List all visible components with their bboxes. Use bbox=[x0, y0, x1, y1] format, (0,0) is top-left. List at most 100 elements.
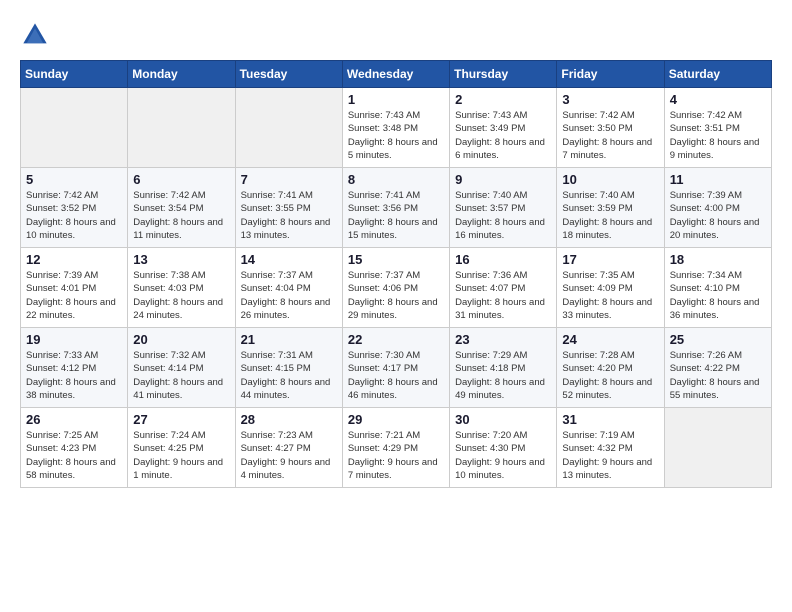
day-number: 26 bbox=[26, 412, 122, 427]
day-info: Sunrise: 7:40 AMSunset: 3:57 PMDaylight:… bbox=[455, 189, 551, 242]
calendar-cell: 30 Sunrise: 7:20 AMSunset: 4:30 PMDayligh… bbox=[450, 408, 557, 488]
day-info: Sunrise: 7:28 AMSunset: 4:20 PMDaylight:… bbox=[562, 349, 658, 402]
day-info: Sunrise: 7:43 AMSunset: 3:49 PMDaylight:… bbox=[455, 109, 551, 162]
logo bbox=[20, 20, 54, 50]
day-number: 6 bbox=[133, 172, 229, 187]
day-info: Sunrise: 7:43 AMSunset: 3:48 PMDaylight:… bbox=[348, 109, 444, 162]
logo-icon bbox=[20, 20, 50, 50]
day-info: Sunrise: 7:24 AMSunset: 4:25 PMDaylight:… bbox=[133, 429, 229, 482]
calendar-cell bbox=[128, 88, 235, 168]
day-number: 24 bbox=[562, 332, 658, 347]
calendar-cell: 18Sunrise: 7:34 AMSunset: 4:10 PMDayligh… bbox=[664, 248, 771, 328]
calendar-cell: 14 Sunrise: 7:37 AMSunset: 4:04 PMDayligh… bbox=[235, 248, 342, 328]
day-number: 21 bbox=[241, 332, 337, 347]
day-number: 28 bbox=[241, 412, 337, 427]
day-info: Sunrise: 7:39 AMSunset: 4:01 PMDaylight:… bbox=[26, 269, 122, 322]
calendar-cell: 2 Sunrise: 7:43 AMSunset: 3:49 PMDaylight… bbox=[450, 88, 557, 168]
calendar-cell: 10 Sunrise: 7:40 AMSunset: 3:59 PMDayligh… bbox=[557, 168, 664, 248]
day-info: Sunrise: 7:21 AMSunset: 4:29 PMDaylight:… bbox=[348, 429, 444, 482]
day-number: 11 bbox=[670, 172, 766, 187]
calendar-week-4: 19 Sunrise: 7:33 AMSunset: 4:12 PMDayligh… bbox=[21, 328, 772, 408]
calendar-cell: 16 Sunrise: 7:36 AMSunset: 4:07 PMDayligh… bbox=[450, 248, 557, 328]
day-info: Sunrise: 7:31 AMSunset: 4:15 PMDaylight:… bbox=[241, 349, 337, 402]
calendar-cell: 15Sunrise: 7:37 AMSunset: 4:06 PMDayligh… bbox=[342, 248, 449, 328]
weekday-header-friday: Friday bbox=[557, 61, 664, 88]
day-number: 18 bbox=[670, 252, 766, 267]
calendar-cell: 24 Sunrise: 7:28 AMSunset: 4:20 PMDayligh… bbox=[557, 328, 664, 408]
day-number: 16 bbox=[455, 252, 551, 267]
calendar-cell: 28 Sunrise: 7:23 AMSunset: 4:27 PMDayligh… bbox=[235, 408, 342, 488]
weekday-header-thursday: Thursday bbox=[450, 61, 557, 88]
day-number: 29 bbox=[348, 412, 444, 427]
day-number: 14 bbox=[241, 252, 337, 267]
calendar-cell: 8 Sunrise: 7:41 AMSunset: 3:56 PMDaylight… bbox=[342, 168, 449, 248]
day-number: 4 bbox=[670, 92, 766, 107]
calendar-cell: 23 Sunrise: 7:29 AMSunset: 4:18 PMDayligh… bbox=[450, 328, 557, 408]
calendar-cell: 12Sunrise: 7:39 AMSunset: 4:01 PMDayligh… bbox=[21, 248, 128, 328]
calendar-cell bbox=[235, 88, 342, 168]
calendar-cell: 25Sunrise: 7:26 AMSunset: 4:22 PMDayligh… bbox=[664, 328, 771, 408]
calendar-cell: 9 Sunrise: 7:40 AMSunset: 3:57 PMDaylight… bbox=[450, 168, 557, 248]
calendar-cell: 3 Sunrise: 7:42 AMSunset: 3:50 PMDaylight… bbox=[557, 88, 664, 168]
day-info: Sunrise: 7:35 AMSunset: 4:09 PMDaylight:… bbox=[562, 269, 658, 322]
day-number: 22 bbox=[348, 332, 444, 347]
day-info: Sunrise: 7:33 AMSunset: 4:12 PMDaylight:… bbox=[26, 349, 122, 402]
day-number: 31 bbox=[562, 412, 658, 427]
calendar-table: SundayMondayTuesdayWednesdayThursdayFrid… bbox=[20, 60, 772, 488]
calendar-week-1: 1 Sunrise: 7:43 AMSunset: 3:48 PMDaylight… bbox=[21, 88, 772, 168]
calendar-cell: 5 Sunrise: 7:42 AMSunset: 3:52 PMDaylight… bbox=[21, 168, 128, 248]
calendar-cell: 1 Sunrise: 7:43 AMSunset: 3:48 PMDaylight… bbox=[342, 88, 449, 168]
calendar-cell: 22 Sunrise: 7:30 AMSunset: 4:17 PMDayligh… bbox=[342, 328, 449, 408]
weekday-header-tuesday: Tuesday bbox=[235, 61, 342, 88]
calendar-cell: 20 Sunrise: 7:32 AMSunset: 4:14 PMDayligh… bbox=[128, 328, 235, 408]
calendar-cell: 27 Sunrise: 7:24 AMSunset: 4:25 PMDayligh… bbox=[128, 408, 235, 488]
calendar-week-3: 12Sunrise: 7:39 AMSunset: 4:01 PMDayligh… bbox=[21, 248, 772, 328]
day-number: 1 bbox=[348, 92, 444, 107]
day-number: 2 bbox=[455, 92, 551, 107]
day-info: Sunrise: 7:41 AMSunset: 3:56 PMDaylight:… bbox=[348, 189, 444, 242]
day-info: Sunrise: 7:42 AMSunset: 3:50 PMDaylight:… bbox=[562, 109, 658, 162]
day-number: 5 bbox=[26, 172, 122, 187]
day-number: 15 bbox=[348, 252, 444, 267]
day-info: Sunrise: 7:29 AMSunset: 4:18 PMDaylight:… bbox=[455, 349, 551, 402]
day-number: 10 bbox=[562, 172, 658, 187]
weekday-header-sunday: Sunday bbox=[21, 61, 128, 88]
calendar-cell: 19 Sunrise: 7:33 AMSunset: 4:12 PMDayligh… bbox=[21, 328, 128, 408]
weekday-header-wednesday: Wednesday bbox=[342, 61, 449, 88]
day-number: 17 bbox=[562, 252, 658, 267]
calendar-week-5: 26 Sunrise: 7:25 AMSunset: 4:23 PMDayligh… bbox=[21, 408, 772, 488]
day-info: Sunrise: 7:42 AMSunset: 3:54 PMDaylight:… bbox=[133, 189, 229, 242]
day-info: Sunrise: 7:38 AMSunset: 4:03 PMDaylight:… bbox=[133, 269, 229, 322]
calendar-cell: 26 Sunrise: 7:25 AMSunset: 4:23 PMDayligh… bbox=[21, 408, 128, 488]
day-info: Sunrise: 7:36 AMSunset: 4:07 PMDaylight:… bbox=[455, 269, 551, 322]
day-number: 19 bbox=[26, 332, 122, 347]
day-number: 8 bbox=[348, 172, 444, 187]
calendar-cell: 29 Sunrise: 7:21 AMSunset: 4:29 PMDayligh… bbox=[342, 408, 449, 488]
day-number: 23 bbox=[455, 332, 551, 347]
calendar-cell: 31 Sunrise: 7:19 AMSunset: 4:32 PMDayligh… bbox=[557, 408, 664, 488]
day-info: Sunrise: 7:37 AMSunset: 4:04 PMDaylight:… bbox=[241, 269, 337, 322]
day-number: 7 bbox=[241, 172, 337, 187]
day-number: 30 bbox=[455, 412, 551, 427]
weekday-header-monday: Monday bbox=[128, 61, 235, 88]
day-number: 27 bbox=[133, 412, 229, 427]
day-info: Sunrise: 7:41 AMSunset: 3:55 PMDaylight:… bbox=[241, 189, 337, 242]
calendar-cell: 11Sunrise: 7:39 AMSunset: 4:00 PMDayligh… bbox=[664, 168, 771, 248]
calendar-cell: 13Sunrise: 7:38 AMSunset: 4:03 PMDayligh… bbox=[128, 248, 235, 328]
day-number: 3 bbox=[562, 92, 658, 107]
weekday-header-saturday: Saturday bbox=[664, 61, 771, 88]
day-number: 9 bbox=[455, 172, 551, 187]
day-info: Sunrise: 7:25 AMSunset: 4:23 PMDaylight:… bbox=[26, 429, 122, 482]
calendar-cell: 4Sunrise: 7:42 AMSunset: 3:51 PMDaylight… bbox=[664, 88, 771, 168]
day-number: 20 bbox=[133, 332, 229, 347]
day-info: Sunrise: 7:20 AMSunset: 4:30 PMDaylight:… bbox=[455, 429, 551, 482]
day-number: 25 bbox=[670, 332, 766, 347]
day-info: Sunrise: 7:23 AMSunset: 4:27 PMDaylight:… bbox=[241, 429, 337, 482]
calendar-cell: 21 Sunrise: 7:31 AMSunset: 4:15 PMDayligh… bbox=[235, 328, 342, 408]
day-info: Sunrise: 7:42 AMSunset: 3:52 PMDaylight:… bbox=[26, 189, 122, 242]
day-info: Sunrise: 7:40 AMSunset: 3:59 PMDaylight:… bbox=[562, 189, 658, 242]
day-info: Sunrise: 7:30 AMSunset: 4:17 PMDaylight:… bbox=[348, 349, 444, 402]
day-info: Sunrise: 7:32 AMSunset: 4:14 PMDaylight:… bbox=[133, 349, 229, 402]
day-info: Sunrise: 7:19 AMSunset: 4:32 PMDaylight:… bbox=[562, 429, 658, 482]
calendar-cell bbox=[664, 408, 771, 488]
